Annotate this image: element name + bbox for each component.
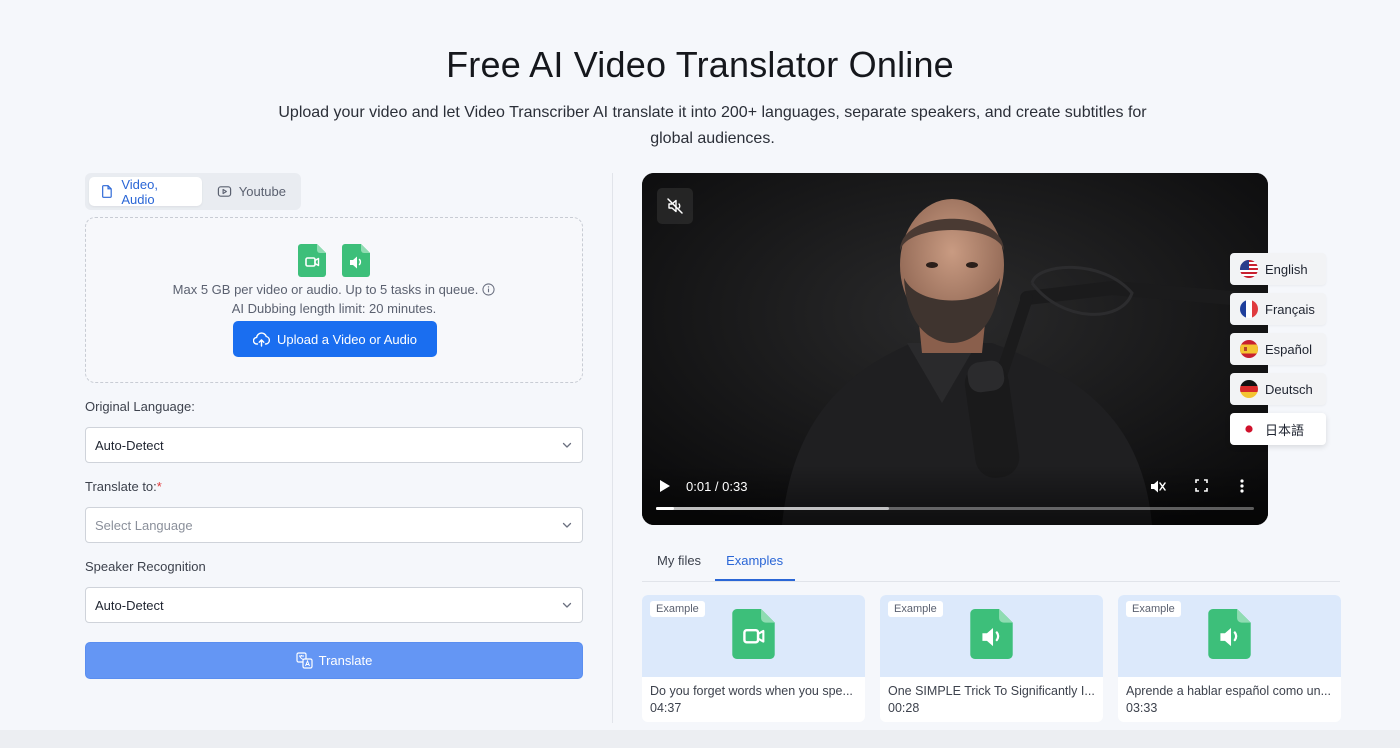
upload-dropzone[interactable]: Max 5 GB per video or audio. Up to 5 tas…	[85, 217, 583, 383]
cloud-upload-icon	[253, 331, 270, 347]
video-file-icon	[732, 609, 775, 659]
example-title: One SIMPLE Trick To Significantly I...	[888, 684, 1095, 698]
language-option-english[interactable]: English	[1230, 253, 1326, 285]
language-selector: English Français Español Deutsch 日本語	[1230, 253, 1326, 445]
buffered-bar	[656, 507, 890, 510]
translate-to-select[interactable]: Select Language	[85, 507, 583, 543]
example-card[interactable]: Example Do you forget words when you spe…	[642, 595, 865, 722]
example-badge: Example	[888, 601, 943, 617]
info-icon[interactable]	[482, 283, 495, 296]
page-title: Free AI Video Translator Online	[446, 44, 954, 85]
example-title: Do you forget words when you spe...	[650, 684, 853, 698]
video-time: 0:01 / 0:33	[686, 479, 748, 494]
language-option-french[interactable]: Français	[1230, 293, 1326, 325]
language-label: 日本語	[1265, 422, 1305, 438]
jp-flag-icon	[1240, 420, 1258, 438]
select-value: Auto-Detect	[95, 597, 164, 613]
de-flag-icon	[1240, 380, 1258, 398]
video-progress-bar[interactable]	[656, 507, 1254, 510]
translate-to-label: Translate to:*	[85, 479, 162, 494]
upload-limit-text: Max 5 GB per video or audio. Up to 5 tas…	[172, 282, 479, 297]
original-language-label: Original Language:	[85, 399, 195, 414]
example-badge: Example	[650, 601, 705, 617]
play-icon[interactable]	[658, 478, 672, 494]
select-placeholder: Select Language	[95, 517, 193, 533]
example-duration: 04:37	[650, 701, 682, 715]
audio-file-icon	[970, 609, 1013, 659]
language-label: English	[1265, 261, 1308, 277]
chevron-down-icon	[562, 442, 572, 448]
language-label: Español	[1265, 341, 1312, 357]
example-title: Aprende a hablar español como un...	[1126, 684, 1331, 698]
tab-youtube[interactable]: Youtube	[206, 177, 297, 206]
us-flag-icon	[1240, 260, 1258, 278]
example-card[interactable]: Example Aprende a hablar español como un…	[1118, 595, 1341, 722]
speaker-recognition-select[interactable]: Auto-Detect	[85, 587, 583, 623]
more-options-icon[interactable]	[1239, 478, 1245, 494]
language-label: Deutsch	[1265, 381, 1313, 397]
example-duration: 03:33	[1126, 701, 1158, 715]
required-marker: *	[156, 479, 162, 494]
speaker-recognition-label: Speaker Recognition	[85, 559, 206, 574]
fullscreen-icon[interactable]	[1194, 478, 1209, 493]
dubbing-limit-text: AI Dubbing length limit: 20 minutes.	[231, 301, 437, 316]
select-value: Auto-Detect	[95, 437, 164, 453]
es-flag-icon	[1240, 340, 1258, 358]
chevron-down-icon	[562, 522, 572, 528]
upload-button-label: Upload a Video or Audio	[277, 331, 417, 347]
language-label: Français	[1265, 301, 1315, 317]
source-tabs: Video, Audio Youtube	[85, 173, 301, 210]
chevron-down-icon	[562, 602, 572, 608]
tab-label: Video, Audio	[121, 176, 158, 207]
language-option-german[interactable]: Deutsch	[1230, 373, 1326, 405]
page-subtitle: Upload your video and let Video Transcri…	[278, 104, 1147, 147]
tab-video-audio[interactable]: Video, Audio	[89, 176, 202, 207]
panel-divider	[612, 173, 613, 723]
language-option-spanish[interactable]: Español	[1230, 333, 1326, 365]
video-file-icon	[298, 244, 326, 277]
language-option-japanese[interactable]: 日本語	[1230, 413, 1326, 445]
tab-examples[interactable]: Examples	[715, 545, 796, 581]
audio-file-icon	[342, 244, 370, 277]
video-player[interactable]: 0:01 / 0:33	[642, 173, 1268, 525]
example-badge: Example	[1126, 601, 1181, 617]
file-tabs: My files Examples	[642, 545, 1340, 582]
example-list: Example Do you forget words when you spe…	[642, 595, 1341, 722]
upload-button[interactable]: Upload a Video or Audio	[233, 321, 437, 357]
page-footer-strip	[0, 730, 1400, 748]
video-controls: 0:01 / 0:33	[642, 465, 1268, 525]
example-card[interactable]: Example One SIMPLE Trick To Significantl…	[880, 595, 1103, 722]
fr-flag-icon	[1240, 300, 1258, 318]
translate-button-label: Translate	[318, 653, 373, 668]
translate-button[interactable]: Translate	[85, 642, 583, 679]
audio-file-icon	[1208, 609, 1251, 659]
played-bar	[656, 507, 674, 510]
file-icon	[102, 185, 112, 198]
tab-label: Youtube	[238, 184, 286, 199]
youtube-icon	[217, 186, 231, 197]
volume-off-icon	[667, 198, 683, 214]
tab-my-files[interactable]: My files	[642, 545, 715, 581]
original-language-select[interactable]: Auto-Detect	[85, 427, 583, 463]
translate-icon	[296, 652, 313, 669]
volume-off-icon[interactable]	[1149, 478, 1166, 495]
example-duration: 00:28	[888, 701, 920, 715]
mute-overlay-button[interactable]	[657, 188, 693, 224]
